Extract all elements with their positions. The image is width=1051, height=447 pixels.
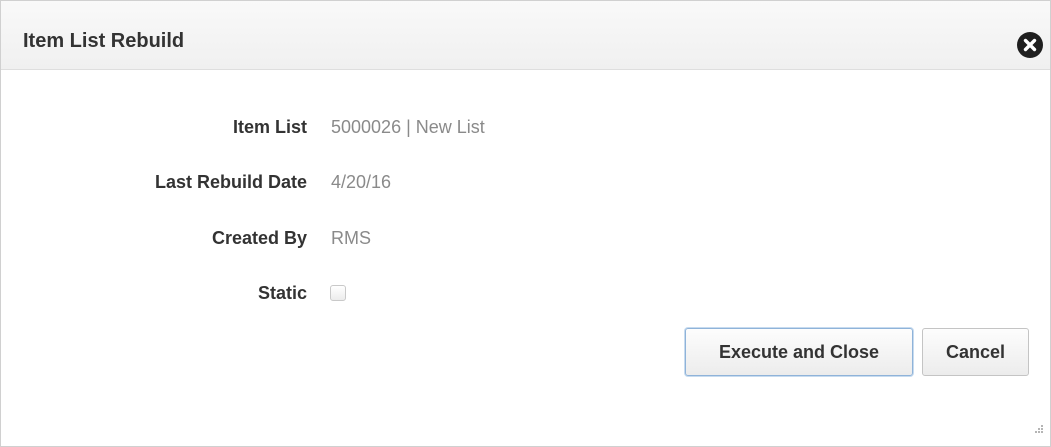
created-by-row: Created By RMS	[1, 228, 1050, 252]
cancel-button[interactable]: Cancel	[922, 328, 1029, 376]
dialog-header: Item List Rebuild	[1, 1, 1050, 70]
item-list-row: Item List 5000026 | New List	[1, 117, 1050, 141]
item-list-value: 5000026 | New List	[331, 117, 485, 137]
last-rebuild-date-label: Last Rebuild Date	[154, 172, 307, 192]
created-by-label: Created By	[211, 228, 307, 248]
last-rebuild-date-value: 4/20/16	[331, 172, 392, 192]
resize-grip-icon[interactable]	[1029, 421, 1045, 437]
item-list-label: Item List	[232, 117, 307, 137]
dialog-title: Item List Rebuild	[23, 30, 185, 52]
last-rebuild-date-row: Last Rebuild Date 4/20/16	[1, 172, 1050, 196]
static-label: Static	[257, 283, 307, 303]
static-row: Static	[1, 283, 1050, 307]
close-icon[interactable]	[1017, 32, 1043, 58]
created-by-value: RMS	[331, 228, 371, 248]
static-checkbox[interactable]	[330, 285, 346, 301]
execute-and-close-button[interactable]: Execute and Close	[685, 328, 913, 376]
item-list-rebuild-dialog: Item List Rebuild Item List 5000026 | Ne…	[0, 0, 1051, 447]
